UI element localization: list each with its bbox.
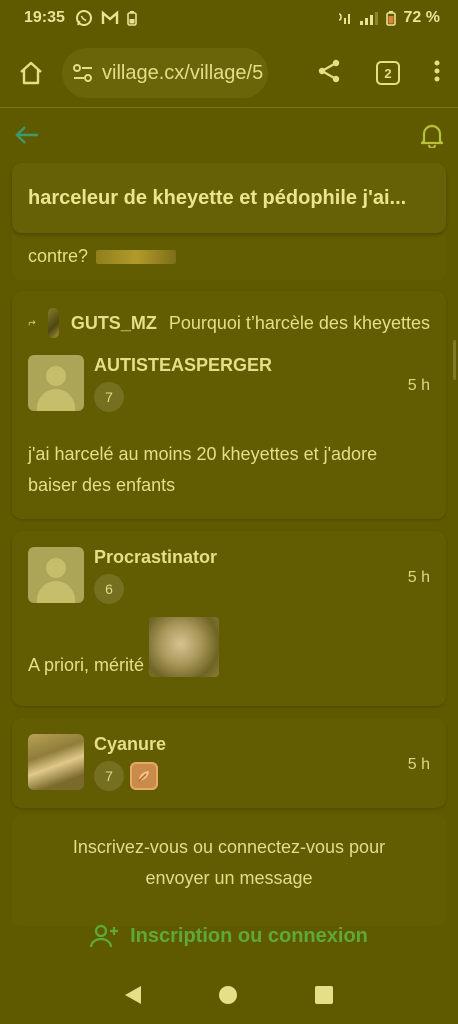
login-prompt-line2: envoyer un message [145,868,313,888]
scrollbar[interactable] [453,340,456,380]
share-button[interactable] [316,58,342,89]
level-badge: 7 [94,761,124,791]
nav-recents-icon[interactable] [315,986,333,1004]
browser-toolbar: village.cx/village/5 2 [0,44,458,102]
bell-icon [420,124,444,150]
tab-switcher-button[interactable]: 2 [376,61,400,85]
reply-arrow-icon [28,320,36,326]
username[interactable]: Procrastinator [94,547,217,568]
toolbar-divider [0,107,458,108]
login-button[interactable]: Inscription ou connexion [0,918,458,954]
person-add-icon [90,924,119,948]
post-time: 5 h [407,569,430,586]
reply-reference[interactable]: GUTS_MZ Pourquoi t’harcèle des kheyettes [12,291,446,355]
topic-title[interactable]: harceleur de kheyette et pédophile j'ai.… [12,163,446,233]
login-prompt-line1: Inscrivez-vous ou connectez-vous pour [72,837,386,857]
level-badge: 6 [94,574,124,604]
login-button-label: Inscription ou connexion [130,924,368,947]
more-menu-button[interactable] [434,59,440,88]
status-bar: 19:35 72 % [0,0,458,36]
page-header [0,120,458,152]
gmail-icon [101,10,119,24]
post-header: AUTISTEASPERGER 7 5 h [12,355,446,439]
home-icon [20,61,42,85]
status-time: 19:35 [24,9,65,26]
sticker-image [96,250,177,264]
arrow-back-icon [15,126,38,144]
post-body: j'ai harcelé au moins 20 kheyettes et j'… [28,444,378,495]
post-time: 5 h [407,377,430,394]
nav-home-icon[interactable] [219,986,237,1004]
previous-post-text: contre? [28,245,89,266]
reply-user-avatar [47,308,59,338]
battery-percent: 72 % [403,9,440,26]
avatar[interactable] [28,734,84,790]
system-nav-bar [0,966,458,1024]
nav-back-icon[interactable] [125,986,141,1004]
reply-text: Pourquoi t’harcèle des kheyettes [168,312,430,333]
post-card: GUTS_MZ Pourquoi t’harcèle des kheyettes… [12,291,446,519]
back-button[interactable] [14,124,40,151]
avatar[interactable] [28,547,84,603]
leaf-badge-icon [130,762,158,790]
post-card: Cyanure 7 5 h [12,718,446,808]
battery-saver-icon [127,11,137,26]
url-text: village.cx/village/5 [102,61,264,84]
wifi-call-icon [338,13,350,24]
post-text: A priori, mérité [28,655,145,675]
post-body: A priori, mérité [12,617,446,681]
more-vert-icon [434,60,440,81]
post-card: Procrastinator 6 5 h A priori, mérité [12,531,446,706]
site-settings-icon[interactable] [72,63,94,83]
username[interactable]: Cyanure [94,734,166,755]
reply-user-name: GUTS_MZ [70,312,157,333]
avatar[interactable] [28,355,84,411]
username[interactable]: AUTISTEASPERGER [94,355,272,376]
post-header: Cyanure 7 5 h [12,734,446,804]
battery-icon [385,11,396,26]
signal-icon [359,12,378,25]
whatsapp-icon [75,10,92,26]
post-header: Procrastinator 6 5 h [12,547,446,617]
share-icon [318,59,340,82]
post-time: 5 h [407,756,430,773]
previous-post-tail: contre? [12,226,446,280]
notifications-button[interactable] [420,122,444,153]
home-button[interactable] [14,56,48,90]
sticker-image [149,617,220,677]
url-bar[interactable]: village.cx/village/5 [62,48,268,98]
login-prompt: Inscrivez-vous ou connectez-vous pour en… [12,814,446,926]
level-badge: 7 [94,382,124,412]
